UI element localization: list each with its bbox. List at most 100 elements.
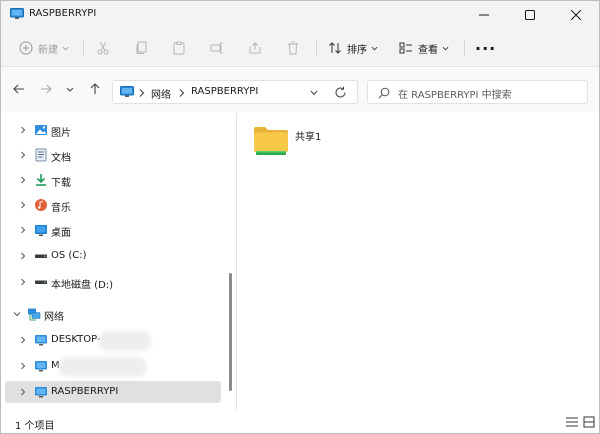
up-arrow-icon[interactable] [88,82,102,96]
sidebar-item-label: 桌面 [51,228,71,239]
share-button[interactable] [248,38,262,58]
minimize-button[interactable] [461,1,507,29]
sidebar-item-label: RASPBERRYPI [51,386,119,397]
desktop-icon [35,225,47,236]
chevron-down-icon[interactable] [310,90,318,96]
sidebar-item-raspberrypi[interactable]: RASPBERRYPI [5,381,221,403]
folder-item-label: 共享1 [295,132,322,143]
sidebar-item-label: 本地磁盘 (D:) [51,280,114,291]
cut-icon [97,41,109,55]
sort-button[interactable]: 排序 [328,38,378,58]
sidebar-item-local-disk-d[interactable]: 本地磁盘 (D:) [5,271,221,293]
chevron-right-icon[interactable] [19,151,27,159]
trash-icon [288,41,298,55]
item-count: 1 个项目 [15,421,55,432]
sidebar-item-pictures[interactable]: 图片 [5,119,221,141]
sidebar-item-desktop[interactable]: 桌面 [5,219,221,241]
chevron-down-icon[interactable] [13,310,21,318]
navigation-pane-scrollbar[interactable] [229,273,232,391]
search-input[interactable]: 在 RASPBERRYPI 中搜索 [367,80,588,104]
drive-icon [35,280,47,284]
toolbar-separator [316,40,317,56]
more-options-button[interactable]: ... [475,34,496,54]
computer-icon [35,335,47,346]
music-icon [35,199,47,211]
toolbar-separator [83,40,84,56]
minimize-icon [479,14,489,16]
downloads-icon [36,174,46,186]
sidebar-item-label: 音乐 [51,203,71,214]
sidebar-item-label: DESKTOP- [51,334,101,345]
file-explorer-window: RASPBERRYPI 新建 排序 查看 ... 网络 RASPBERRYPI … [0,0,600,434]
sidebar-item-label: 图片 [51,128,71,139]
content-area: 共享1 [237,113,599,412]
rename-button[interactable] [210,38,224,58]
new-button-label: 新建 [38,44,58,56]
refresh-icon[interactable] [334,86,347,99]
recent-locations-chevron-icon[interactable] [65,82,75,96]
chevron-right-icon[interactable] [19,336,27,344]
maximize-icon [525,10,535,20]
chevron-right-icon [179,89,185,97]
cut-button[interactable] [96,38,110,58]
chevron-right-icon[interactable] [19,362,27,370]
sidebar-item-documents[interactable]: 文档 [5,144,221,166]
sidebar-item-m-computer[interactable]: M [5,355,221,377]
status-bar: 1 个项目 [1,412,599,433]
close-icon [571,10,581,20]
forward-arrow-icon[interactable] [39,82,53,96]
delete-button[interactable] [286,38,300,58]
add-circle-icon [19,41,33,55]
sidebar-item-label: M [51,360,60,371]
maximize-button[interactable] [507,1,553,29]
chevron-right-icon[interactable] [19,226,27,234]
large-icons-view-icon[interactable] [583,416,595,428]
chevron-down-icon [442,46,449,50]
sidebar-item-network[interactable]: 网络 [5,303,221,325]
folder-item-share1[interactable]: 共享1 [253,123,373,163]
view-button[interactable]: 查看 [399,38,449,58]
command-bar: 新建 排序 查看 ... [1,29,599,67]
chevron-right-icon[interactable] [19,388,27,396]
details-view-icon[interactable] [565,416,579,428]
chevron-right-icon[interactable] [19,126,27,134]
computer-icon [120,86,134,97]
breadcrumb-raspberrypi[interactable]: RASPBERRYPI [191,86,258,97]
close-button[interactable] [553,1,599,29]
address-bar[interactable]: 网络 RASPBERRYPI [112,80,358,104]
sidebar-item-music[interactable]: 音乐 [5,194,221,216]
toolbar-separator [464,40,465,56]
chevron-right-icon[interactable] [19,278,27,286]
navigation-pane: 图片 文档 下载 音乐 桌面 OS (C:) 本地磁盘 (D:) 网络 DESK… [1,113,235,412]
shared-folder-icon [254,127,288,155]
share-icon [249,42,261,54]
copy-button[interactable] [134,38,148,58]
new-button[interactable]: 新建 [19,38,69,58]
search-icon [378,87,390,99]
window-title: RASPBERRYPI [29,8,97,19]
sidebar-item-label: 下载 [51,178,71,189]
search-placeholder: 在 RASPBERRYPI 中搜索 [398,90,512,101]
chevron-right-icon[interactable] [19,176,27,184]
chevron-right-icon[interactable] [19,252,27,260]
sort-button-label: 排序 [347,44,367,56]
view-button-label: 查看 [418,44,438,56]
sidebar-item-downloads[interactable]: 下载 [5,169,221,191]
paste-button[interactable] [172,38,186,58]
chevron-down-icon [371,46,378,50]
chevron-right-icon [139,89,145,97]
title-bar: RASPBERRYPI [1,1,599,29]
redacted-name-blur [103,335,147,347]
sort-icon [329,42,341,54]
paste-icon [173,41,185,55]
sidebar-item-os-c[interactable]: OS (C:) [5,245,221,267]
rename-icon [210,42,223,54]
sidebar-item-label: 文档 [51,153,71,164]
pictures-icon [35,125,47,135]
sidebar-item-desktop-computer[interactable]: DESKTOP- [5,329,221,351]
view-icon [399,42,412,54]
back-arrow-icon[interactable] [12,82,26,96]
breadcrumb-network[interactable]: 网络 [151,86,171,101]
redacted-name-blur [63,361,143,373]
chevron-right-icon[interactable] [19,201,27,209]
